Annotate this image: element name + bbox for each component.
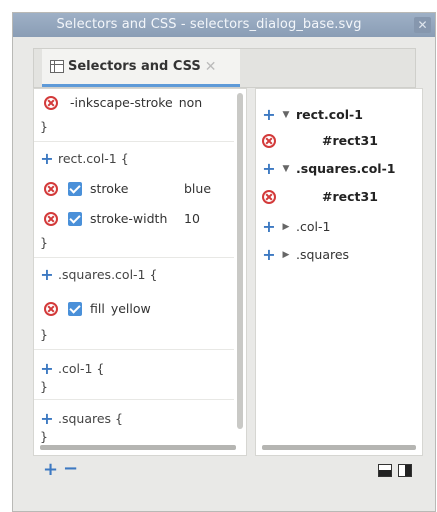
tree-row-label: .squares — [296, 247, 350, 262]
property-value[interactable]: 10 — [184, 211, 200, 226]
horizontal-scrollbar[interactable] — [40, 445, 236, 450]
plus-icon[interactable]: + — [262, 160, 276, 176]
tree-row[interactable]: + ▼ rect.col-1 — [262, 106, 363, 122]
collapsed-arrow-icon[interactable]: ▶ — [276, 250, 296, 260]
closing-brace: } — [40, 119, 48, 134]
closing-brace: } — [40, 379, 48, 394]
property-row: -inkscape-stroke non — [44, 95, 202, 110]
property-row: fill yellow — [44, 301, 151, 316]
tree-row-label: rect.col-1 — [296, 107, 363, 122]
rule-header: + .squares { — [40, 410, 123, 426]
property-name[interactable]: stroke — [90, 181, 184, 196]
rule-header: + .col-1 { — [40, 360, 104, 376]
closing-brace: } — [40, 429, 48, 444]
tab-label: Selectors and CSS — [68, 59, 201, 74]
divider — [34, 141, 234, 142]
plus-icon[interactable]: + — [40, 266, 54, 282]
dialog-icon — [50, 60, 64, 73]
tree-row[interactable]: + ▶ .col-1 — [262, 218, 331, 234]
tab-bar: Selectors and CSS ✕ — [33, 48, 416, 88]
delete-icon[interactable] — [44, 181, 58, 196]
divider — [34, 349, 234, 350]
delete-icon[interactable] — [44, 211, 58, 226]
delete-icon[interactable] — [44, 301, 58, 316]
selector-tree-panel[interactable]: + ▼ rect.col-1 #rect31 + ▼ .squares.col-… — [255, 88, 423, 456]
horizontal-layout-icon[interactable] — [378, 464, 392, 477]
closing-brace: } — [40, 327, 48, 342]
property-name[interactable]: fill — [90, 301, 105, 316]
tab-close-icon[interactable]: ✕ — [205, 59, 217, 75]
property-value[interactable]: blue — [184, 181, 211, 196]
tree-row[interactable]: + ▶ .squares — [262, 246, 350, 262]
plus-icon[interactable]: + — [262, 246, 276, 262]
window-title: Selectors and CSS - selectors_dialog_bas… — [56, 17, 362, 32]
closing-brace: } — [40, 235, 48, 250]
property-name[interactable]: -inkscape-stroke — [70, 95, 173, 110]
rule-selector[interactable]: rect.col-1 { — [58, 151, 129, 166]
property-checkbox[interactable] — [68, 181, 82, 196]
rule-selector[interactable]: .squares { — [58, 411, 123, 426]
tab-selectors-and-css[interactable]: Selectors and CSS ✕ — [42, 49, 240, 87]
property-row: stroke blue — [44, 181, 211, 196]
tree-row[interactable]: #rect31 — [262, 189, 378, 204]
tree-row[interactable]: + ▼ .squares.col-1 — [262, 160, 396, 176]
expanded-arrow-icon[interactable]: ▼ — [276, 110, 296, 120]
css-rules-panel[interactable]: -inkscape-stroke non } + rect.col-1 { st… — [33, 88, 247, 456]
tree-row-label: .col-1 — [296, 219, 331, 234]
pane-separator[interactable] — [247, 88, 255, 456]
horizontal-scrollbar[interactable] — [262, 445, 416, 450]
vertical-scrollbar[interactable] — [237, 93, 243, 429]
rule-header: + rect.col-1 { — [40, 150, 129, 166]
tree-row-label: .squares.col-1 — [296, 161, 396, 176]
tree-row-label: #rect31 — [322, 133, 378, 148]
property-checkbox[interactable] — [68, 211, 82, 226]
rule-selector[interactable]: .col-1 { — [58, 361, 104, 376]
divider — [34, 399, 234, 400]
tree-row-label: #rect31 — [322, 189, 378, 204]
plus-icon[interactable]: + — [262, 218, 276, 234]
remove-selector-button[interactable]: − — [63, 460, 78, 478]
bottom-toolbar: + − — [33, 456, 423, 486]
property-name[interactable]: stroke-width — [90, 211, 184, 226]
plus-icon[interactable]: + — [40, 360, 54, 376]
delete-icon[interactable] — [44, 95, 58, 110]
property-value[interactable]: yellow — [111, 301, 151, 316]
rule-selector[interactable]: .squares.col-1 { — [58, 267, 157, 282]
property-row: stroke-width 10 — [44, 211, 200, 226]
delete-icon[interactable] — [262, 189, 276, 204]
rule-header: + .squares.col-1 { — [40, 266, 157, 282]
plus-icon[interactable]: + — [40, 410, 54, 426]
divider — [34, 257, 234, 258]
plus-icon[interactable]: + — [262, 106, 276, 122]
title-bar[interactable]: Selectors and CSS - selectors_dialog_bas… — [13, 13, 435, 37]
add-selector-button[interactable]: + — [43, 461, 58, 479]
property-checkbox[interactable] — [68, 301, 82, 316]
collapsed-arrow-icon[interactable]: ▶ — [276, 222, 296, 232]
property-value[interactable]: non — [179, 95, 203, 110]
vertical-layout-icon[interactable] — [398, 464, 412, 477]
plus-icon[interactable]: + — [40, 150, 54, 166]
tree-row[interactable]: #rect31 — [262, 133, 378, 148]
expanded-arrow-icon[interactable]: ▼ — [276, 164, 296, 174]
window-close-button[interactable]: ✕ — [414, 17, 431, 33]
delete-icon[interactable] — [262, 133, 276, 148]
